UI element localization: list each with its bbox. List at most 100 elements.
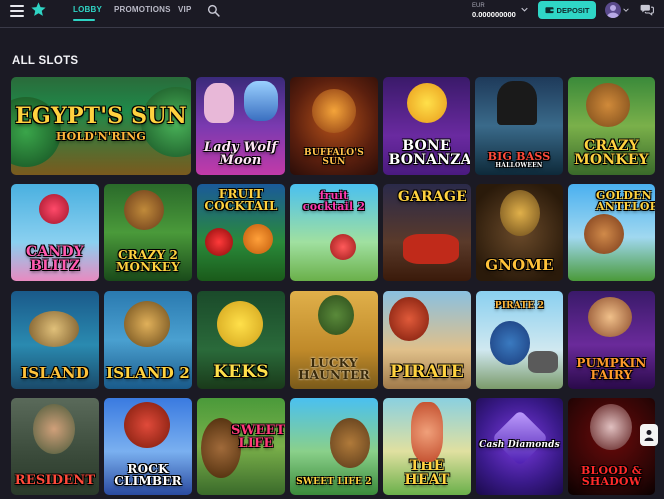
fairy-figure (588, 297, 632, 337)
game-tile-candy-blitz[interactable]: CANDY BLITZ (11, 184, 99, 281)
agent-figure (33, 404, 75, 454)
header-divider (0, 27, 664, 28)
island-figure (29, 311, 79, 347)
antelope-figure (584, 214, 624, 254)
game-title: ISLAND 2 (106, 364, 191, 382)
balance-amount: 0.000000000 (472, 10, 516, 19)
pirate-figure (389, 297, 429, 341)
game-tile-cash-diamonds[interactable]: Cash Diamonds (476, 398, 563, 495)
game-title: BONE BONANZA (388, 138, 471, 168)
active-tab-indicator (73, 19, 95, 21)
game-title: PIRATE (390, 362, 464, 382)
wallet-icon (544, 7, 554, 14)
vampire-figure (590, 404, 632, 450)
game-title: BLOOD & SHADOW (581, 464, 642, 488)
game-tile-rock-climber[interactable]: ROCK CLIMBER (104, 398, 192, 495)
game-subtitle: HALLOWEEN (495, 162, 543, 169)
game-tile-lady-wolf-moon[interactable]: Lady Wolf Moon (196, 77, 285, 175)
game-tile-island[interactable]: ISLAND (11, 291, 99, 389)
top-bar: LOBBY PROMOTIONS VIP EUR 0.000000000 DEP… (0, 0, 664, 26)
support-button[interactable] (640, 424, 658, 446)
cookie-figure (217, 301, 263, 347)
explorer-figure (124, 301, 170, 347)
game-title: fruit cocktail 2 (302, 189, 366, 213)
game-title: Cash Diamonds (479, 440, 560, 450)
game-tile-fruit-cocktail-2[interactable]: fruit cocktail 2 (290, 184, 378, 281)
orange-figure (243, 224, 273, 254)
game-title: PIRATE 2 (494, 301, 545, 311)
balance-currency: EUR (472, 3, 485, 9)
game-title: SWEET LIFE 2 (296, 477, 372, 487)
chevron-down-icon[interactable] (521, 7, 528, 12)
menu-icon[interactable] (10, 5, 24, 17)
game-tile-pumpkin-fairy[interactable]: PUMPKIN FAIRY (568, 291, 655, 389)
sun-skull-figure (407, 83, 447, 123)
game-tile-crazy-2-monkey[interactable]: CRAZY 2 MONKEY (104, 184, 192, 281)
game-title: THE HEAT (404, 458, 450, 488)
game-title: ISLAND (21, 364, 89, 382)
game-title: ROCK CLIMBER (114, 462, 182, 488)
tab-promotions[interactable]: PROMOTIONS (114, 5, 171, 14)
game-title: RESIDENT (14, 473, 96, 488)
deposit-button[interactable]: DEPOSIT (538, 1, 596, 19)
game-tile-lucky-haunter[interactable]: LUCKY HAUNTER (290, 291, 378, 389)
game-tile-golden-antelope[interactable]: GOLDEN ANTELOPE (568, 184, 655, 281)
game-title: BIG BASS (487, 150, 551, 163)
game-tile-buffalos-sun[interactable]: BUFFALO'S SUN (290, 77, 378, 175)
person-icon (644, 430, 654, 441)
game-tile-keks[interactable]: KEKS (197, 291, 285, 389)
game-title: GNOME (485, 256, 554, 274)
game-title: EGYPT'S SUN (15, 103, 187, 129)
game-tile-the-heat[interactable]: THE HEAT (383, 398, 471, 495)
wolf-figure (244, 81, 278, 121)
tab-vip[interactable]: VIP (178, 5, 192, 14)
cannon-figure (528, 351, 558, 373)
game-title: GARAGE (397, 189, 467, 205)
game-title: PUMPKIN FAIRY (576, 356, 647, 382)
game-tile-bone-bonanza[interactable]: BONE BONANZA (383, 77, 470, 175)
strawberry-figure (205, 228, 233, 256)
game-subtitle: HOLD'N'RING (56, 130, 146, 143)
game-tile-egypts-sun[interactable]: EGYPT'S SUN HOLD'N'RING (11, 77, 191, 175)
monkey-figure (586, 83, 630, 127)
pirate-figure (490, 321, 530, 365)
car-figure (403, 234, 459, 264)
balance-display[interactable]: EUR 0.000000000 (472, 3, 516, 19)
climber-figure (124, 402, 170, 448)
game-tile-sweet-life-2[interactable]: SWEET LIFE 2 (290, 398, 378, 495)
monkey-figure (124, 190, 164, 230)
game-tile-pirate[interactable]: PIRATE (383, 291, 471, 389)
chat-icon[interactable] (640, 3, 654, 16)
game-title: CRAZY 2 MONKEY (115, 248, 181, 274)
game-tile-resident[interactable]: RESIDENT (11, 398, 99, 495)
game-title: FRUIT COCKTAIL (204, 187, 278, 213)
game-title: CANDY BLITZ (26, 244, 84, 274)
buffalo-figure (312, 89, 356, 133)
game-title: LUCKY HAUNTER (298, 356, 370, 382)
game-tile-fruit-cocktail[interactable]: FRUIT COCKTAIL (197, 184, 285, 281)
game-tile-crazy-monkey[interactable]: CRAZY MONKEY (568, 77, 655, 175)
game-tile-blood-shadow[interactable]: BLOOD & SHADOW (568, 398, 655, 495)
game-title: GOLDEN ANTELOPE (596, 189, 655, 213)
game-title: Lady Wolf Moon (203, 140, 278, 168)
game-tile-sweet-life[interactable]: SWEET LIFE (197, 398, 285, 495)
game-tile-pirate-2[interactable]: PIRATE 2 (476, 291, 563, 389)
avatar[interactable] (605, 2, 621, 18)
search-icon[interactable] (207, 4, 220, 17)
chevron-down-icon[interactable] (623, 8, 629, 12)
deposit-label: DEPOSIT (556, 5, 590, 15)
hunter-figure (318, 295, 354, 335)
game-title: BUFFALO'S SUN (304, 148, 364, 167)
lady-figure (204, 83, 234, 123)
game-title: KEKS (213, 362, 269, 382)
game-title: CRAZY MONKEY (574, 138, 649, 168)
section-title: ALL SLOTS (12, 55, 79, 67)
game-tile-gnome[interactable]: GNOME (476, 184, 563, 281)
gnome-figure (500, 190, 540, 236)
game-tile-island-2[interactable]: ISLAND 2 (104, 291, 192, 389)
star-icon[interactable] (30, 1, 47, 18)
bear-figure (330, 418, 370, 468)
tab-lobby[interactable]: LOBBY (73, 5, 102, 14)
game-tile-big-bass-halloween[interactable]: BIG BASS HALLOWEEN (475, 77, 563, 175)
game-tile-garage[interactable]: GARAGE (383, 184, 471, 281)
